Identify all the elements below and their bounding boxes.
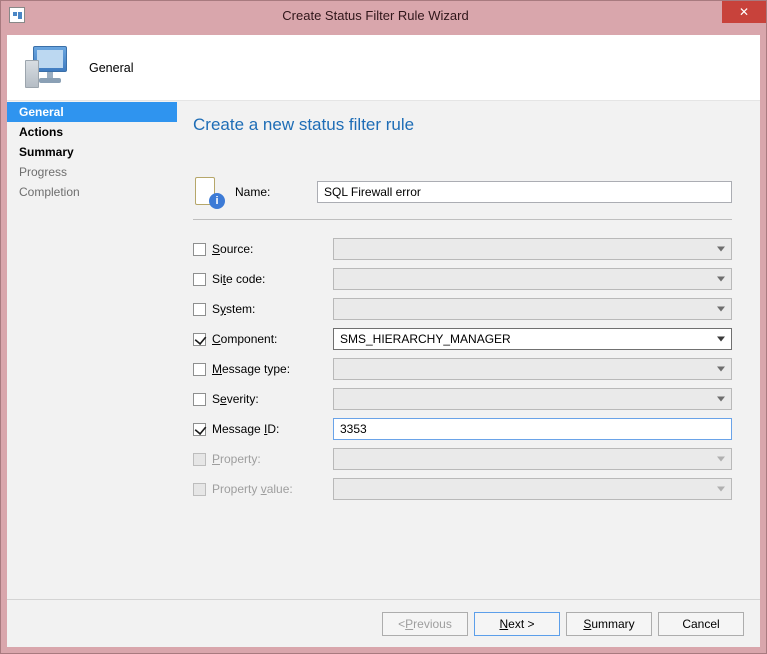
row-component: Component: SMS_HIERARCHY_MANAGER <box>193 324 732 354</box>
button-bar: < Previous Next > Summary Cancel <box>7 599 760 647</box>
source-label: Source: <box>212 242 253 256</box>
severity-label: Severity: <box>212 392 259 406</box>
source-checkbox[interactable] <box>193 243 206 256</box>
close-button[interactable]: ✕ <box>722 1 766 23</box>
title-bar: Create Status Filter Rule Wizard ✕ <box>1 1 766 29</box>
property-label: Property: <box>212 452 261 466</box>
message-type-combo[interactable] <box>333 358 732 380</box>
chevron-down-icon <box>717 247 725 252</box>
banner: General <box>7 35 760 101</box>
row-source: Source: <box>193 234 732 264</box>
system-label: System: <box>212 302 255 316</box>
cancel-button[interactable]: Cancel <box>658 612 744 636</box>
banner-label: General <box>89 61 133 75</box>
severity-combo[interactable] <box>333 388 732 410</box>
chevron-down-icon <box>717 397 725 402</box>
message-id-checkbox[interactable] <box>193 423 206 436</box>
message-id-input[interactable] <box>333 418 732 440</box>
row-message-type: Message type: <box>193 354 732 384</box>
property-value-label: Property value: <box>212 482 293 496</box>
row-severity: Severity: <box>193 384 732 414</box>
window-title: Create Status Filter Rule Wizard <box>25 8 766 23</box>
site-code-checkbox[interactable] <box>193 273 206 286</box>
page-heading: Create a new status filter rule <box>193 115 732 135</box>
previous-button: < Previous <box>382 612 468 636</box>
wizard-window: Create Status Filter Rule Wizard ✕ Gener… <box>0 0 767 654</box>
summary-button[interactable]: Summary <box>566 612 652 636</box>
wizard-sidebar: General Actions Summary Progress Complet… <box>7 101 177 599</box>
message-id-label: Message ID: <box>212 422 279 436</box>
chevron-down-icon <box>717 457 725 462</box>
rule-icon: i <box>193 175 225 209</box>
chevron-down-icon <box>717 487 725 492</box>
property-value-combo <box>333 478 732 500</box>
component-checkbox[interactable] <box>193 333 206 346</box>
window-body-border: General General Actions Summary Progress… <box>1 29 766 653</box>
row-property: Property: <box>193 444 732 474</box>
chevron-down-icon <box>717 337 725 342</box>
system-checkbox[interactable] <box>193 303 206 316</box>
chevron-down-icon <box>717 307 725 312</box>
name-label: Name: <box>235 185 317 199</box>
row-property-value: Property value: <box>193 474 732 504</box>
name-input[interactable] <box>317 181 732 203</box>
name-row: i Name: <box>193 175 732 220</box>
site-code-combo[interactable] <box>333 268 732 290</box>
chevron-down-icon <box>717 367 725 372</box>
system-combo[interactable] <box>333 298 732 320</box>
chevron-down-icon <box>717 277 725 282</box>
computer-icon <box>25 46 71 90</box>
sidebar-item-completion[interactable]: Completion <box>7 182 177 202</box>
property-checkbox <box>193 453 206 466</box>
message-type-label: Message type: <box>212 362 290 376</box>
system-icon <box>9 7 25 23</box>
sidebar-item-progress[interactable]: Progress <box>7 162 177 182</box>
message-type-checkbox[interactable] <box>193 363 206 376</box>
content-area: General Actions Summary Progress Complet… <box>7 101 760 599</box>
property-combo <box>333 448 732 470</box>
sidebar-item-actions[interactable]: Actions <box>7 122 177 142</box>
site-code-label: Site code: <box>212 272 265 286</box>
main-panel: Create a new status filter rule i Name: … <box>177 101 760 599</box>
window-body: General General Actions Summary Progress… <box>7 35 760 647</box>
severity-checkbox[interactable] <box>193 393 206 406</box>
row-system: System: <box>193 294 732 324</box>
next-button[interactable]: Next > <box>474 612 560 636</box>
component-label: Component: <box>212 332 277 346</box>
component-combo[interactable]: SMS_HIERARCHY_MANAGER <box>333 328 732 350</box>
row-site-code: Site code: <box>193 264 732 294</box>
property-value-checkbox <box>193 483 206 496</box>
row-message-id: Message ID: <box>193 414 732 444</box>
sidebar-item-general[interactable]: General <box>7 102 177 122</box>
source-combo[interactable] <box>333 238 732 260</box>
sidebar-item-summary[interactable]: Summary <box>7 142 177 162</box>
